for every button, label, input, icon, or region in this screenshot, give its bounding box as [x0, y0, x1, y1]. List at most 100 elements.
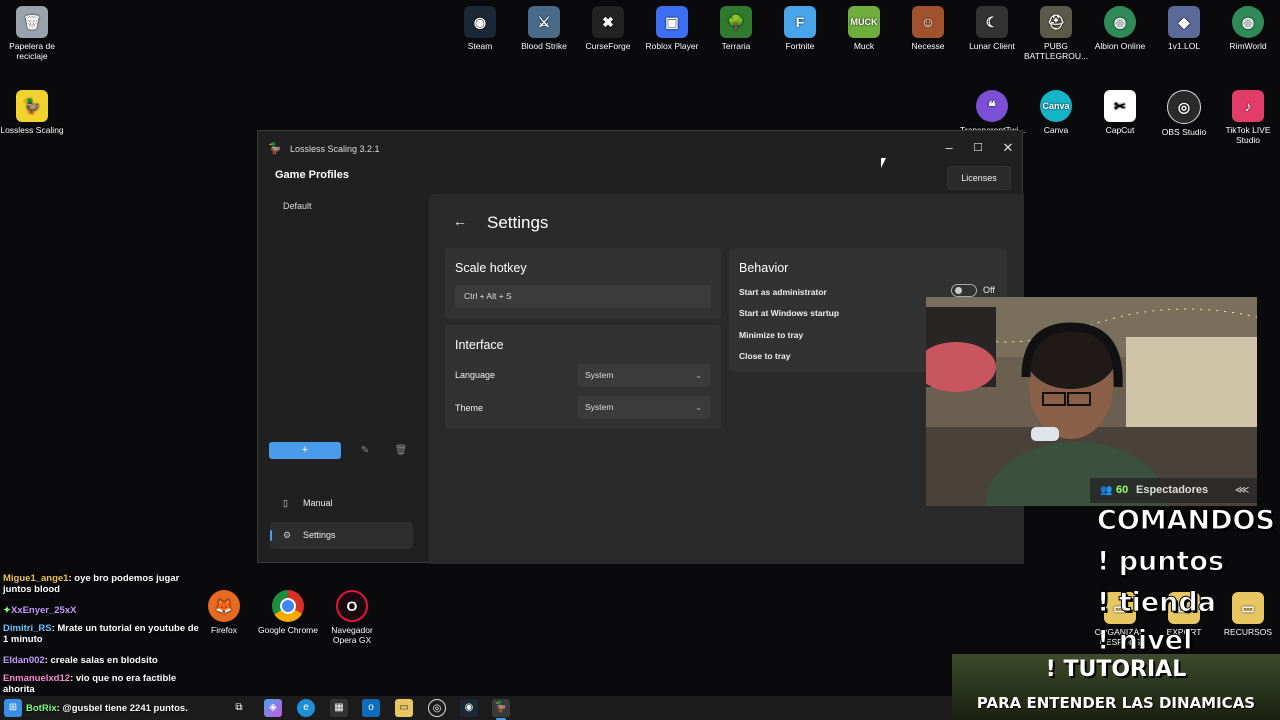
muck-icon: MUCK — [848, 6, 880, 38]
interface-title: Interface — [455, 338, 504, 352]
obs-taskbar-icon[interactable]: ◎ — [428, 699, 446, 717]
licenses-button[interactable]: Licenses — [947, 166, 1011, 190]
pubg-icon: ⛑ — [1040, 6, 1072, 38]
minimize-button[interactable]: – — [935, 137, 963, 159]
window-title: Lossless Scaling 3.2.1 — [290, 144, 380, 154]
desktop-icon-fortnite[interactable]: F Fortnite — [768, 6, 832, 51]
theme-select[interactable]: System ⌄ — [578, 396, 710, 419]
start-as-admin-label: Start as administrator — [739, 287, 827, 297]
outlook-icon[interactable]: o — [362, 699, 380, 717]
webcam-image — [926, 297, 1257, 506]
capcut-icon: ✂ — [1104, 90, 1136, 122]
share-icon[interactable]: ⋘ — [1235, 478, 1249, 503]
task-view-icon[interactable]: ⧉ — [230, 699, 248, 717]
steam-icon: ◉ — [464, 6, 496, 38]
webcam-feed — [926, 297, 1257, 506]
viewers-count: 60 — [1116, 484, 1129, 496]
back-arrow-icon[interactable]: ← — [453, 213, 467, 229]
language-select[interactable]: System ⌄ — [578, 364, 710, 387]
desktop-icon-rimworld[interactable]: ◍ RimWorld — [1216, 6, 1280, 51]
file-explorer-icon[interactable]: ▭ — [395, 699, 413, 717]
chat-message: BotRix: @gusbel tiene 2241 puntos. — [26, 703, 188, 714]
desktop-icon-opera-gx[interactable]: O Navegador Opera GX — [320, 590, 384, 645]
close-button[interactable]: ✕ — [994, 137, 1022, 159]
tutorial-banner: ! TUTORIAL PARA ENTENDER LAS DINAMICAS — [952, 654, 1280, 720]
desktop-icon-necesse[interactable]: ☺ Necesse — [896, 6, 960, 51]
store-icon[interactable]: ▦ — [330, 699, 348, 717]
book-icon: ▯ — [283, 498, 288, 508]
steam-taskbar-icon[interactable]: ◉ — [460, 699, 478, 717]
blood-strike-icon: ⚔ — [528, 6, 560, 38]
banner-subtitle: PARA ENTENDER LAS DINAMICAS — [976, 694, 1256, 712]
toggle-state-label: Off — [983, 285, 995, 295]
profile-item-default[interactable]: Default — [283, 201, 312, 211]
desktop-icon-1v1lol[interactable]: ◆ 1v1.LOL — [1152, 6, 1216, 51]
tiktok-icon: ♪ — [1232, 90, 1264, 122]
fortnite-icon: F — [784, 6, 816, 38]
desktop-icon-albion[interactable]: ◍ Albion Online — [1088, 6, 1152, 51]
transparent-twitch-icon: ❝ — [976, 90, 1008, 122]
desktop-icon-pubg[interactable]: ⛑ PUBG BATTLEGROU... — [1024, 6, 1088, 61]
copilot-icon[interactable]: ◈ — [264, 699, 282, 717]
command-nivel: ! nivel — [1096, 625, 1193, 657]
albion-icon: ◍ — [1104, 6, 1136, 38]
lossless-scaling-taskbar-icon[interactable]: 🦆 — [492, 699, 510, 717]
rimworld-icon: ◍ — [1232, 6, 1264, 38]
folder-icon: ▭ — [1232, 592, 1264, 624]
windows-start-icon[interactable]: ⊞ — [4, 699, 22, 717]
hotkey-input[interactable]: Ctrl + Alt + S — [455, 285, 711, 308]
chat-message: ✦XxEnyer_25xX — [3, 605, 77, 616]
nav-item-manual[interactable]: ▯ Manual — [270, 490, 413, 517]
chat-message: Eldan002: creale salas en blodsito — [3, 655, 158, 666]
nav-item-settings[interactable]: ⚙ Settings — [270, 522, 413, 549]
add-profile-button[interactable]: + — [269, 442, 341, 459]
recycle-bin-icon: 🗑 — [16, 6, 48, 38]
scale-hotkey-title: Scale hotkey — [455, 261, 527, 275]
start-as-admin-toggle[interactable] — [951, 284, 977, 297]
chevron-down-icon: ⌄ — [695, 403, 702, 412]
desktop-icon-muck[interactable]: MUCK Muck — [832, 6, 896, 51]
desktop-icon-tiktok[interactable]: ♪ TikTok LIVE Studio — [1216, 90, 1280, 145]
firefox-icon: 🦊 — [208, 590, 240, 622]
desktop-icon-canva[interactable]: Canva Canva — [1024, 90, 1088, 135]
desktop-icon-blood-strike[interactable]: ⚔ Blood Strike — [512, 6, 576, 51]
minimize-to-tray-label: Minimize to tray — [739, 330, 804, 340]
desktop-icon-steam[interactable]: ◉ Steam — [448, 6, 512, 51]
desktop-icon-terraria[interactable]: 🌳 Terraria — [704, 6, 768, 51]
title-bar[interactable]: 🦆 Lossless Scaling 3.2.1 – ☐ ✕ — [258, 131, 1022, 165]
badge-icon: ✦ — [3, 605, 11, 616]
sidebar-title: Game Profiles — [275, 169, 349, 181]
desktop-icon-recycle-bin[interactable]: 🗑 Papelera de reciclaje — [0, 6, 64, 61]
gear-icon: ⚙ — [283, 530, 292, 540]
curseforge-icon: ✖ — [592, 6, 624, 38]
desktop-icon-capcut[interactable]: ✂ CapCut — [1088, 90, 1152, 135]
chat-message: Enmanuelxd12: vio que no era factible ah… — [3, 673, 177, 695]
maximize-button[interactable]: ☐ — [964, 137, 992, 159]
page-title: Settings — [487, 213, 549, 232]
chat-message: Migue1_ange1: oye bro podemos jugar junt… — [3, 573, 180, 595]
desktop-icon-curseforge[interactable]: ✖ CurseForge — [576, 6, 640, 51]
desktop-icon-roblox[interactable]: ▣ Roblox Player — [640, 6, 704, 51]
theme-label: Theme — [455, 403, 484, 413]
terraria-icon: 🌳 — [720, 6, 752, 38]
desktop-icon-obs[interactable]: ◎ OBS Studio — [1152, 90, 1216, 137]
duck-icon: 🦆 — [268, 143, 282, 155]
necesse-icon: ☺ — [912, 6, 944, 38]
1v1lol-icon: ◆ — [1168, 6, 1200, 38]
taskbar: ⊞ BotRix: @gusbel tiene 2241 puntos. ⧉ ◈… — [0, 696, 952, 720]
banner-title: ! TUTORIAL — [1045, 657, 1187, 682]
users-icon: 👥 — [1100, 485, 1113, 496]
edge-icon[interactable]: e — [297, 699, 315, 717]
desktop-icon-recursos[interactable]: ▭ RECURSOS — [1216, 592, 1280, 637]
desktop-icon-lunar-client[interactable]: ☾ Lunar Client — [960, 6, 1024, 51]
trash-icon: 🗑 — [394, 445, 408, 456]
desktop-icon-lossless-scaling[interactable]: 🦆 Lossless Scaling — [0, 90, 64, 135]
canva-icon: Canva — [1040, 90, 1072, 122]
viewers-counter: 👥 60 Espectadores ⋘ — [1090, 478, 1257, 503]
roblox-icon: ▣ — [656, 6, 688, 38]
scale-hotkey-card: Scale hotkey Ctrl + Alt + S — [445, 248, 721, 319]
delete-profile-button[interactable]: 🗑 — [391, 442, 411, 459]
desktop-icon-transparent-twitch[interactable]: ❝TransparentTwi... — [960, 90, 1025, 135]
edit-profile-button[interactable]: ✎ — [355, 442, 375, 459]
desktop-icon-chrome[interactable]: Google Chrome — [256, 590, 320, 635]
